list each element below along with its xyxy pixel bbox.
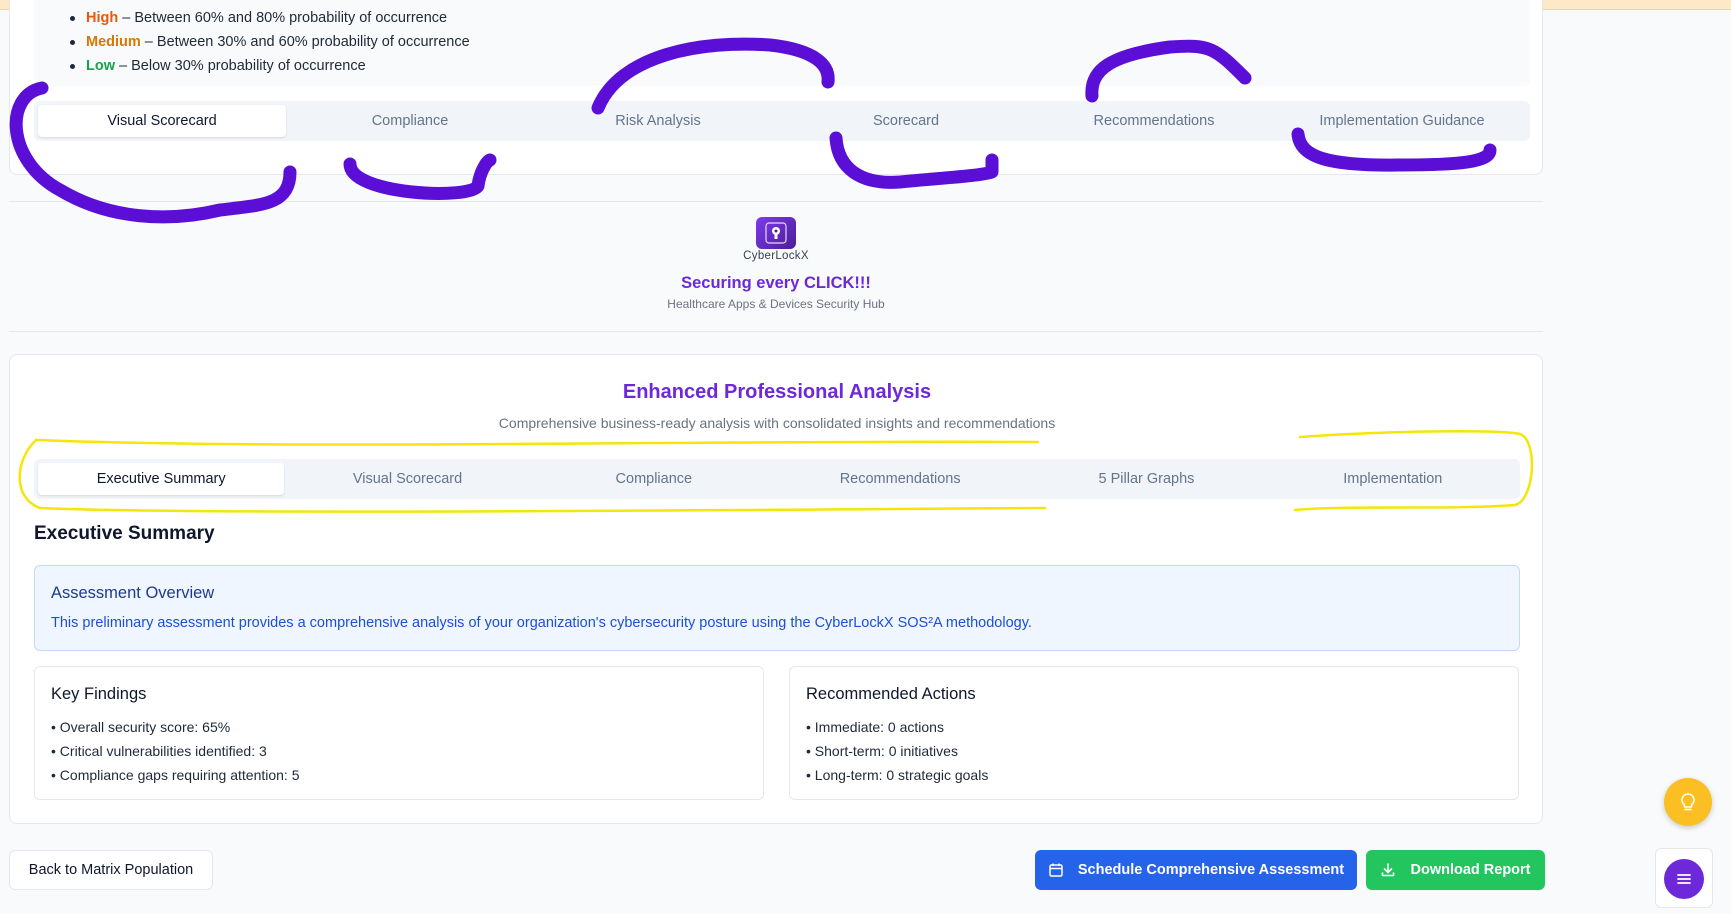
- top-tab-bar: Visual Scorecard Compliance Risk Analysi…: [34, 101, 1530, 141]
- list-item: Immediate: 0 actions: [806, 715, 988, 739]
- list-item: Overall security score: 65%: [51, 715, 300, 739]
- key-findings-title: Key Findings: [51, 685, 147, 703]
- tab-compliance[interactable]: Compliance: [286, 105, 534, 137]
- download-icon: [1382, 863, 1395, 877]
- tab-risk-analysis[interactable]: Risk Analysis: [534, 105, 782, 137]
- tab-recommendations[interactable]: Recommendations: [777, 463, 1023, 495]
- overview-title: Assessment Overview: [51, 584, 215, 602]
- list-item: Long-term: 0 strategic goals: [806, 763, 989, 787]
- key-findings-list: Overall security score: 65% Critical vul…: [51, 715, 300, 787]
- risk-legend-item: Medium – Between 30% and 60% probability…: [68, 30, 470, 54]
- risk-level-desc: – Between 60% and 80% probability of occ…: [118, 10, 448, 26]
- brand-tagline: Securing every CLICK!!!: [681, 274, 871, 292]
- tab-visual-scorecard[interactable]: Visual Scorecard: [38, 105, 286, 137]
- risk-analysis-card: High – Between 60% and 80% probability o…: [9, 0, 1543, 175]
- risk-legend-item: Low – Below 30% probability of occurrenc…: [68, 54, 470, 78]
- tab-recommendations[interactable]: Recommendations: [1030, 105, 1278, 137]
- divider: [9, 331, 1543, 332]
- back-to-matrix-button[interactable]: Back to Matrix Population: [9, 850, 213, 890]
- tab-executive-summary[interactable]: Executive Summary: [38, 463, 285, 495]
- risk-level-label: High: [86, 10, 119, 26]
- tab-5-pillar-graphs[interactable]: 5 Pillar Graphs: [1023, 463, 1269, 495]
- risk-level-desc: – Between 30% and 60% probability of occ…: [140, 34, 470, 50]
- analysis-title: Enhanced Professional Analysis: [622, 381, 932, 403]
- key-findings-panel: Key Findings Overall security score: 65%…: [34, 666, 764, 800]
- recommended-actions-panel: Recommended Actions Immediate: 0 actions…: [789, 666, 1519, 800]
- tab-implementation[interactable]: Implementation: [1270, 463, 1516, 495]
- lightbulb-icon: [1681, 793, 1695, 811]
- menu-fab-container: [1655, 848, 1713, 908]
- tab-implementation-guidance[interactable]: Implementation Guidance: [1278, 105, 1526, 137]
- brand-subtitle: Healthcare Apps & Devices Security Hub: [667, 297, 885, 311]
- menu-icon: [1677, 874, 1691, 884]
- recommended-actions-list: Immediate: 0 actions Short-term: 0 initi…: [806, 715, 989, 787]
- analysis-card: Enhanced Professional Analysis Comprehen…: [9, 354, 1543, 824]
- schedule-button-label: Schedule Comprehensive Assessment: [1077, 862, 1345, 878]
- schedule-assessment-button[interactable]: Schedule Comprehensive Assessment: [1035, 850, 1357, 890]
- tab-compliance[interactable]: Compliance: [531, 463, 777, 495]
- download-report-button[interactable]: Download Report: [1366, 850, 1545, 890]
- recommended-actions-title: Recommended Actions: [806, 685, 976, 703]
- risk-level-desc: – Below 30% probability of occurrence: [115, 58, 366, 74]
- download-button-label: Download Report: [1410, 862, 1531, 878]
- tab-visual-scorecard[interactable]: Visual Scorecard: [284, 463, 530, 495]
- assessment-overview-box: Assessment Overview This preliminary ass…: [34, 565, 1520, 651]
- risk-legend-item: High – Between 60% and 80% probability o…: [68, 6, 470, 30]
- list-item: Short-term: 0 initiatives: [806, 739, 988, 763]
- section-title: Executive Summary: [34, 523, 215, 544]
- cyberlockx-logo: [756, 217, 796, 249]
- analysis-subtitle: Comprehensive business-ready analysis wi…: [498, 415, 1056, 431]
- brand-name: CyberLockX: [743, 250, 809, 262]
- risk-legend-box: High – Between 60% and 80% probability o…: [34, 0, 1530, 86]
- risk-level-label: Low: [86, 58, 115, 74]
- menu-fab-button[interactable]: [1664, 859, 1704, 899]
- risk-level-label: Medium: [86, 34, 141, 50]
- overview-text: This preliminary assessment provides a c…: [51, 615, 1032, 631]
- tips-fab-button[interactable]: [1664, 778, 1712, 826]
- divider: [9, 201, 1543, 202]
- list-item: Compliance gaps requiring attention: 5: [51, 763, 300, 787]
- list-item: Critical vulnerabilities identified: 3: [51, 739, 300, 763]
- tab-scorecard[interactable]: Scorecard: [782, 105, 1030, 137]
- risk-legend-list: High – Between 60% and 80% probability o…: [68, 6, 470, 78]
- analysis-tab-bar: Executive Summary Visual Scorecard Compl…: [34, 459, 1520, 499]
- lock-keyhole-icon: [765, 222, 787, 244]
- calendar-icon: [1049, 863, 1063, 877]
